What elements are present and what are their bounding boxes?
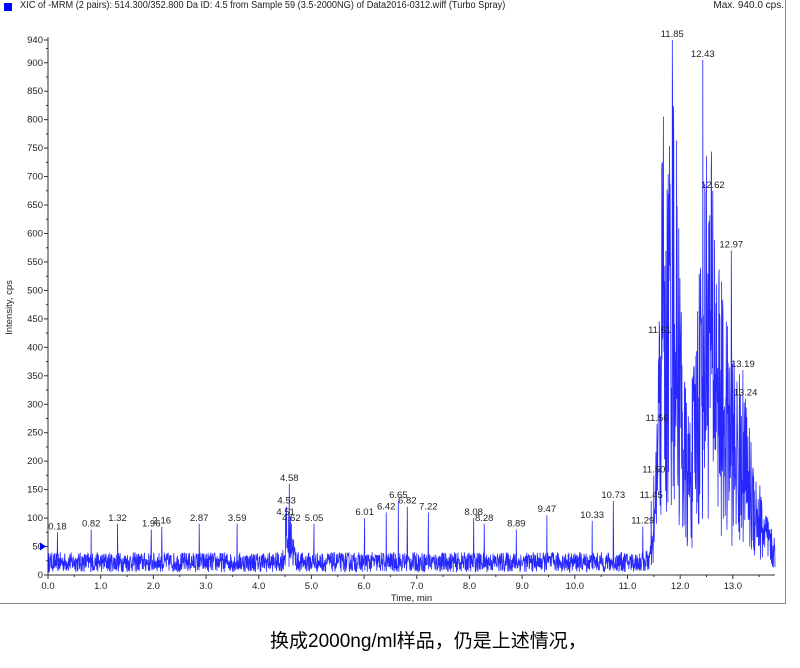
peak-label: 7.22 <box>419 501 438 512</box>
x-tick-label: 8.0 <box>463 581 476 592</box>
peak-label: 2.16 <box>153 516 172 527</box>
peak-label: 4.62 <box>282 513 301 524</box>
peak-label: 11.45 <box>640 490 663 501</box>
chromatogram-plot: 0501001502002503003504004505005506006507… <box>4 29 776 604</box>
x-tick-label: 6.0 <box>357 581 370 592</box>
peak-label: 6.42 <box>377 501 396 512</box>
peak-label: 8.28 <box>475 513 494 524</box>
peak-label: 11.61 <box>648 325 671 336</box>
y-tick-label: 700 <box>27 172 43 183</box>
peak-label: 2.87 <box>190 513 209 524</box>
y-tick-label: 940 <box>27 35 43 46</box>
x-tick-label: 10.0 <box>566 581 585 592</box>
y-axis-label: Intensity, cps <box>4 280 15 335</box>
x-tick-label: 11.0 <box>619 581 637 592</box>
peak-label: 0.82 <box>82 518 101 529</box>
peak-label: 11.85 <box>661 29 684 40</box>
caption-text: 换成2000ng/ml样品，仍是上述情况， <box>270 631 587 652</box>
x-tick-label: 0.0 <box>41 581 54 592</box>
intensity-trace <box>47 39 776 574</box>
y-tick-label: 100 <box>27 513 43 524</box>
x-tick-label: 1.0 <box>94 581 107 592</box>
peak-label: 10.33 <box>580 510 604 521</box>
x-tick-label: 3.0 <box>199 581 212 592</box>
y-tick-label: 650 <box>27 200 43 211</box>
peak-label: 12.62 <box>701 180 725 191</box>
peak-label: 4.58 <box>280 473 299 484</box>
y-tick-label: 450 <box>27 314 43 325</box>
y-tick-label: 200 <box>27 456 43 467</box>
y-tick-label: 0 <box>38 570 43 581</box>
peak-label: 11.29 <box>631 516 654 527</box>
peak-label: 13.24 <box>734 388 758 399</box>
peak-label: 6.82 <box>398 496 417 507</box>
x-tick-label: 12.0 <box>671 581 690 592</box>
y-tick-label: 500 <box>27 285 43 296</box>
x-tick-label: 2.0 <box>147 581 160 592</box>
y-tick-label: 150 <box>27 485 43 496</box>
peak-label: 12.97 <box>719 240 743 251</box>
x-tick-label: 9.0 <box>516 581 529 592</box>
baseline-marker-icon <box>40 542 46 551</box>
y-tick-label: 550 <box>27 257 43 268</box>
peak-label: 3.59 <box>228 513 247 524</box>
y-tick-label: 850 <box>27 86 43 97</box>
y-tick-label: 900 <box>27 58 43 69</box>
x-tick-label: 13.0 <box>724 581 743 592</box>
peak-label: 5.05 <box>305 513 324 524</box>
peak-label: 10.73 <box>601 490 625 501</box>
x-tick-label: 7.0 <box>410 581 423 592</box>
x-tick-label: 5.0 <box>305 581 318 592</box>
x-tick-label: 4.0 <box>252 581 265 592</box>
y-tick-label: 250 <box>27 428 43 439</box>
peak-label: 12.43 <box>691 49 715 60</box>
y-tick-label: 800 <box>27 115 43 126</box>
peak-label: 13.19 <box>731 359 755 370</box>
peak-label: 1.32 <box>108 513 127 524</box>
peak-label: 11.50 <box>642 464 665 475</box>
y-tick-label: 750 <box>27 143 43 154</box>
peak-label: 9.47 <box>538 504 557 515</box>
y-tick-label: 350 <box>27 371 43 382</box>
peak-label: 4.53 <box>277 496 296 507</box>
y-tick-label: 400 <box>27 342 43 353</box>
x-axis-label: Time, min <box>391 593 432 604</box>
peak-label: 0.18 <box>48 521 67 532</box>
peak-label: 6.01 <box>355 507 374 518</box>
y-tick-label: 600 <box>27 229 43 240</box>
peak-label: 11.56 <box>645 413 668 424</box>
y-tick-label: 300 <box>27 399 43 410</box>
peak-label: 8.89 <box>507 518 526 529</box>
